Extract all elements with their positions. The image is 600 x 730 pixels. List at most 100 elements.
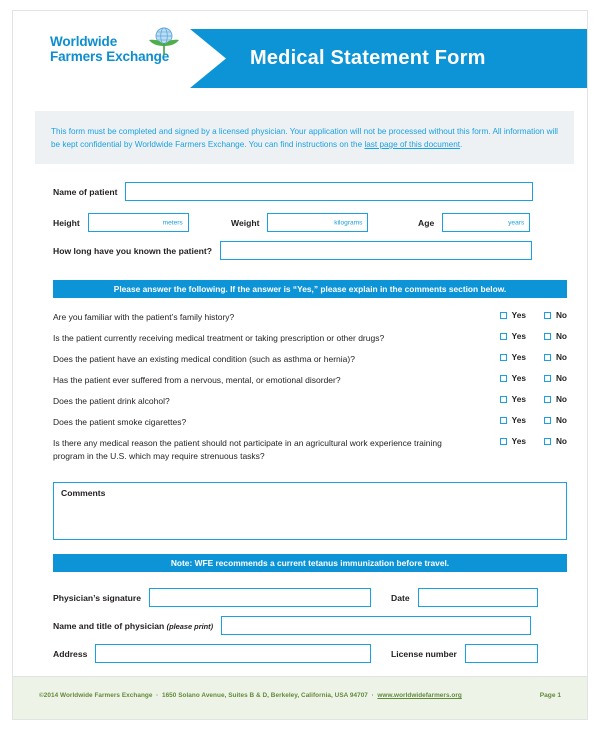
- footer-left-text: ©2014 Worldwide Farmers Exchange · 1650 …: [39, 692, 462, 699]
- globe-leaf-icon: [147, 27, 181, 57]
- question-no-option[interactable]: No: [543, 436, 567, 446]
- date-label: Date: [391, 592, 410, 603]
- question-text: Does the patient have an existing medica…: [53, 354, 355, 364]
- question-no-option[interactable]: No: [543, 310, 567, 320]
- checkbox-no[interactable]: [543, 416, 551, 424]
- brand-logo: Worldwide Farmers Exchange: [50, 27, 200, 64]
- known-duration-input[interactable]: [220, 241, 532, 260]
- patient-name-row: Name of patient: [53, 182, 534, 201]
- question-row: Does the patient smoke cigarettes? Yes N…: [53, 413, 567, 434]
- checkbox-yes[interactable]: [499, 395, 507, 403]
- physician-signature-input[interactable]: [149, 588, 372, 607]
- question-row: Has the patient ever suffered from a ner…: [53, 371, 567, 392]
- note-bar-text: Note: WFE recommends a current tetanus i…: [170, 558, 450, 568]
- question-options: Yes No: [499, 436, 567, 446]
- age-label: Age: [418, 217, 435, 228]
- weight-row: Weight kilograms: [231, 213, 369, 232]
- age-unit: years: [508, 219, 525, 226]
- no-label: No: [555, 415, 567, 425]
- checkbox-yes[interactable]: [499, 311, 507, 319]
- no-label: No: [555, 310, 567, 320]
- footer-website-link[interactable]: www.worldwidefarmers.org: [377, 692, 461, 699]
- questions-list: Are you familiar with the patient’s fami…: [53, 308, 567, 463]
- question-options: Yes No: [499, 373, 567, 383]
- instructions-text-after: .: [460, 140, 463, 149]
- yes-label: Yes: [511, 436, 526, 446]
- footer-copyright: ©2014 Worldwide Farmers Exchange: [39, 692, 153, 699]
- age-row: Age years: [418, 213, 531, 232]
- yes-label: Yes: [511, 310, 526, 320]
- checkbox-no[interactable]: [543, 332, 551, 340]
- physician-name-title-row: Name and title of physician (please prin…: [53, 616, 532, 635]
- date-input[interactable]: [417, 588, 538, 607]
- age-input[interactable]: years: [442, 213, 531, 232]
- instructions-text-before: This form must be completed and signed b…: [51, 127, 558, 149]
- date-row: Date: [391, 588, 538, 607]
- question-text: Does the patient drink alcohol?: [53, 396, 170, 406]
- page-footer: ©2014 Worldwide Farmers Exchange · 1650 …: [13, 676, 587, 719]
- weight-input[interactable]: kilograms: [267, 213, 369, 232]
- question-text: Is there any medical reason the patient …: [53, 438, 442, 461]
- checkbox-no[interactable]: [543, 374, 551, 382]
- checkbox-yes[interactable]: [499, 437, 507, 445]
- license-number-label: License number: [391, 648, 457, 659]
- patient-name-input[interactable]: [125, 182, 534, 201]
- instructions-panel: This form must be completed and signed b…: [35, 111, 574, 164]
- address-input[interactable]: [95, 644, 372, 663]
- banner-arrow-notch: [190, 29, 226, 88]
- instructions-text: This form must be completed and signed b…: [51, 125, 558, 151]
- yes-label: Yes: [511, 415, 526, 425]
- last-page-link[interactable]: last page of this document: [364, 140, 460, 149]
- license-number-row: License number: [391, 644, 538, 663]
- question-row: Are you familiar with the patient’s fami…: [53, 308, 567, 329]
- height-input[interactable]: meters: [87, 213, 189, 232]
- question-yes-option[interactable]: Yes: [499, 331, 526, 341]
- question-no-option[interactable]: No: [543, 373, 567, 383]
- physician-signature-row: Physician’s signature: [53, 588, 372, 607]
- checkbox-yes[interactable]: [499, 332, 507, 340]
- question-no-option[interactable]: No: [543, 415, 567, 425]
- question-text: Are you familiar with the patient’s fami…: [53, 312, 235, 322]
- questions-section-bar: Please answer the following. If the answ…: [53, 280, 567, 298]
- physician-signature-label: Physician’s signature: [53, 592, 142, 603]
- question-yes-option[interactable]: Yes: [499, 310, 526, 320]
- question-yes-option[interactable]: Yes: [499, 394, 526, 404]
- footer-separator-1: ·: [156, 692, 159, 699]
- question-yes-option[interactable]: Yes: [499, 415, 526, 425]
- form-page: Worldwide Farmers Exchange Medical State…: [12, 10, 588, 720]
- question-no-option[interactable]: No: [543, 331, 567, 341]
- checkbox-yes[interactable]: [499, 353, 507, 361]
- weight-unit: kilograms: [334, 219, 363, 226]
- question-no-option[interactable]: No: [543, 352, 567, 362]
- license-number-input[interactable]: [464, 644, 538, 663]
- address-row: Address: [53, 644, 372, 663]
- footer-address: 1650 Solano Avenue, Suites B & D, Berkel…: [161, 692, 368, 699]
- physician-name-title-input[interactable]: [221, 616, 532, 635]
- height-unit: meters: [162, 219, 183, 226]
- footer-separator-2: ·: [371, 692, 374, 699]
- question-no-option[interactable]: No: [543, 394, 567, 404]
- yes-label: Yes: [511, 352, 526, 362]
- checkbox-yes[interactable]: [499, 416, 507, 424]
- questions-section-bar-text: Please answer the following. If the answ…: [113, 284, 507, 294]
- question-yes-option[interactable]: Yes: [499, 436, 526, 446]
- checkbox-no[interactable]: [543, 437, 551, 445]
- checkbox-no[interactable]: [543, 311, 551, 319]
- question-text: Has the patient ever suffered from a ner…: [53, 375, 341, 385]
- question-row: Is there any medical reason the patient …: [53, 434, 567, 463]
- no-label: No: [555, 436, 567, 446]
- checkbox-no[interactable]: [543, 395, 551, 403]
- checkbox-no[interactable]: [543, 353, 551, 361]
- question-text: Is the patient currently receiving medic…: [53, 333, 385, 343]
- checkbox-yes[interactable]: [499, 374, 507, 382]
- yes-label: Yes: [511, 373, 526, 383]
- no-label: No: [555, 331, 567, 341]
- question-yes-option[interactable]: Yes: [499, 352, 526, 362]
- footer-page-number: Page 1: [539, 692, 561, 699]
- comments-input[interactable]: Comments: [53, 482, 567, 540]
- yes-label: Yes: [511, 331, 526, 341]
- physician-name-title-label-main: Name and title of physician: [53, 620, 165, 631]
- question-yes-option[interactable]: Yes: [499, 373, 526, 383]
- weight-label: Weight: [231, 217, 260, 228]
- known-duration-label: How long have you known the patient?: [53, 245, 212, 256]
